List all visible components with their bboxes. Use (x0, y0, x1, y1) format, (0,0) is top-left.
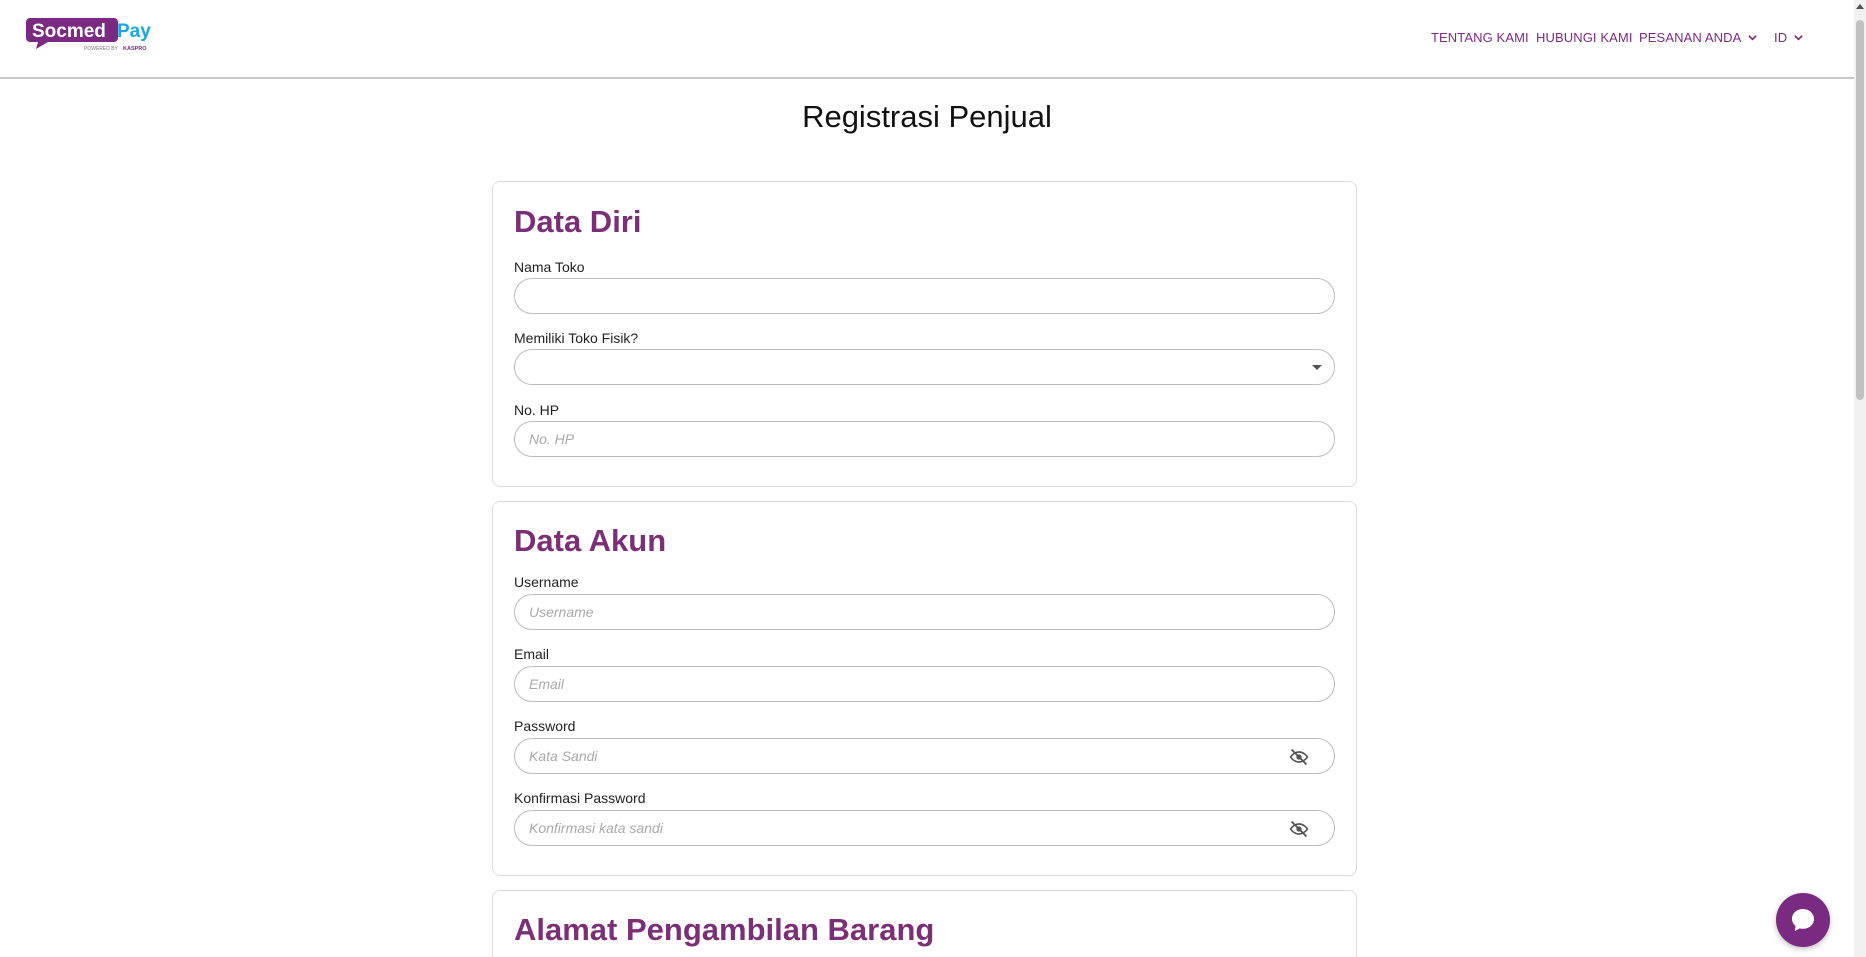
username-label: Username (514, 574, 579, 590)
phone-label: No. HP (514, 402, 560, 418)
phone-input[interactable] (515, 422, 1334, 456)
physical-store-label: Memiliki Toko Fisik? (514, 330, 639, 346)
account-data-card: Data Akun Username Email Password Konfir… (492, 501, 1357, 876)
language-dropdown[interactable]: ID (1774, 30, 1804, 45)
email-label: Email (514, 646, 550, 662)
email-field (514, 666, 1335, 702)
personal-data-title: Data Diri (514, 204, 642, 239)
store-name-field (514, 278, 1335, 314)
page-title: Registrasi Penjual (802, 99, 1052, 134)
eye-off-icon[interactable] (1288, 819, 1310, 839)
scroll-up-arrow-icon[interactable] (1856, 4, 1864, 9)
chat-support-button[interactable] (1776, 893, 1830, 947)
scrollbar-thumb[interactable] (1856, 20, 1864, 400)
chevron-down-icon (1794, 35, 1803, 41)
nav-contact-link[interactable]: HUBUNGI KAMI (1536, 30, 1633, 45)
confirm-password-input[interactable] (515, 811, 1334, 845)
pickup-address-title: Alamat Pengambilan Barang (514, 912, 935, 947)
chat-bubble-icon (1792, 909, 1814, 931)
account-data-title: Data Akun (514, 523, 667, 558)
confirm-password-label: Konfirmasi Password (514, 790, 646, 806)
username-field (514, 594, 1335, 630)
confirm-password-field (514, 810, 1335, 846)
password-label: Password (514, 718, 576, 734)
nav-about-link[interactable]: TENTANG KAMI (1431, 30, 1529, 45)
nav-orders-dropdown[interactable]: PESANAN ANDA (1639, 30, 1758, 45)
caret-down-icon (1312, 365, 1322, 370)
pickup-address-card: Alamat Pengambilan Barang (492, 890, 1357, 957)
page-scrollbar[interactable] (1854, 0, 1866, 957)
nav-contact-label: HUBUNGI KAMI (1536, 30, 1633, 45)
store-name-input[interactable] (515, 279, 1334, 313)
nav-about-label: TENTANG KAMI (1431, 30, 1529, 45)
chevron-down-icon (1748, 35, 1758, 41)
phone-field (514, 421, 1335, 457)
store-name-label: Nama Toko (514, 259, 585, 275)
nav-orders-label: PESANAN ANDA (1639, 30, 1742, 45)
password-field (514, 738, 1335, 774)
email-input[interactable] (515, 667, 1334, 701)
top-navbar: Socmed Pay POWERED BY KASPRO TENTANG KAM… (0, 0, 1854, 79)
language-label: ID (1774, 30, 1788, 45)
username-input[interactable] (515, 595, 1334, 629)
password-input[interactable] (515, 739, 1334, 773)
physical-store-select[interactable] (514, 349, 1335, 385)
eye-off-icon[interactable] (1288, 747, 1310, 767)
personal-data-card: Data Diri Nama Toko Memiliki Toko Fisik?… (492, 181, 1357, 487)
